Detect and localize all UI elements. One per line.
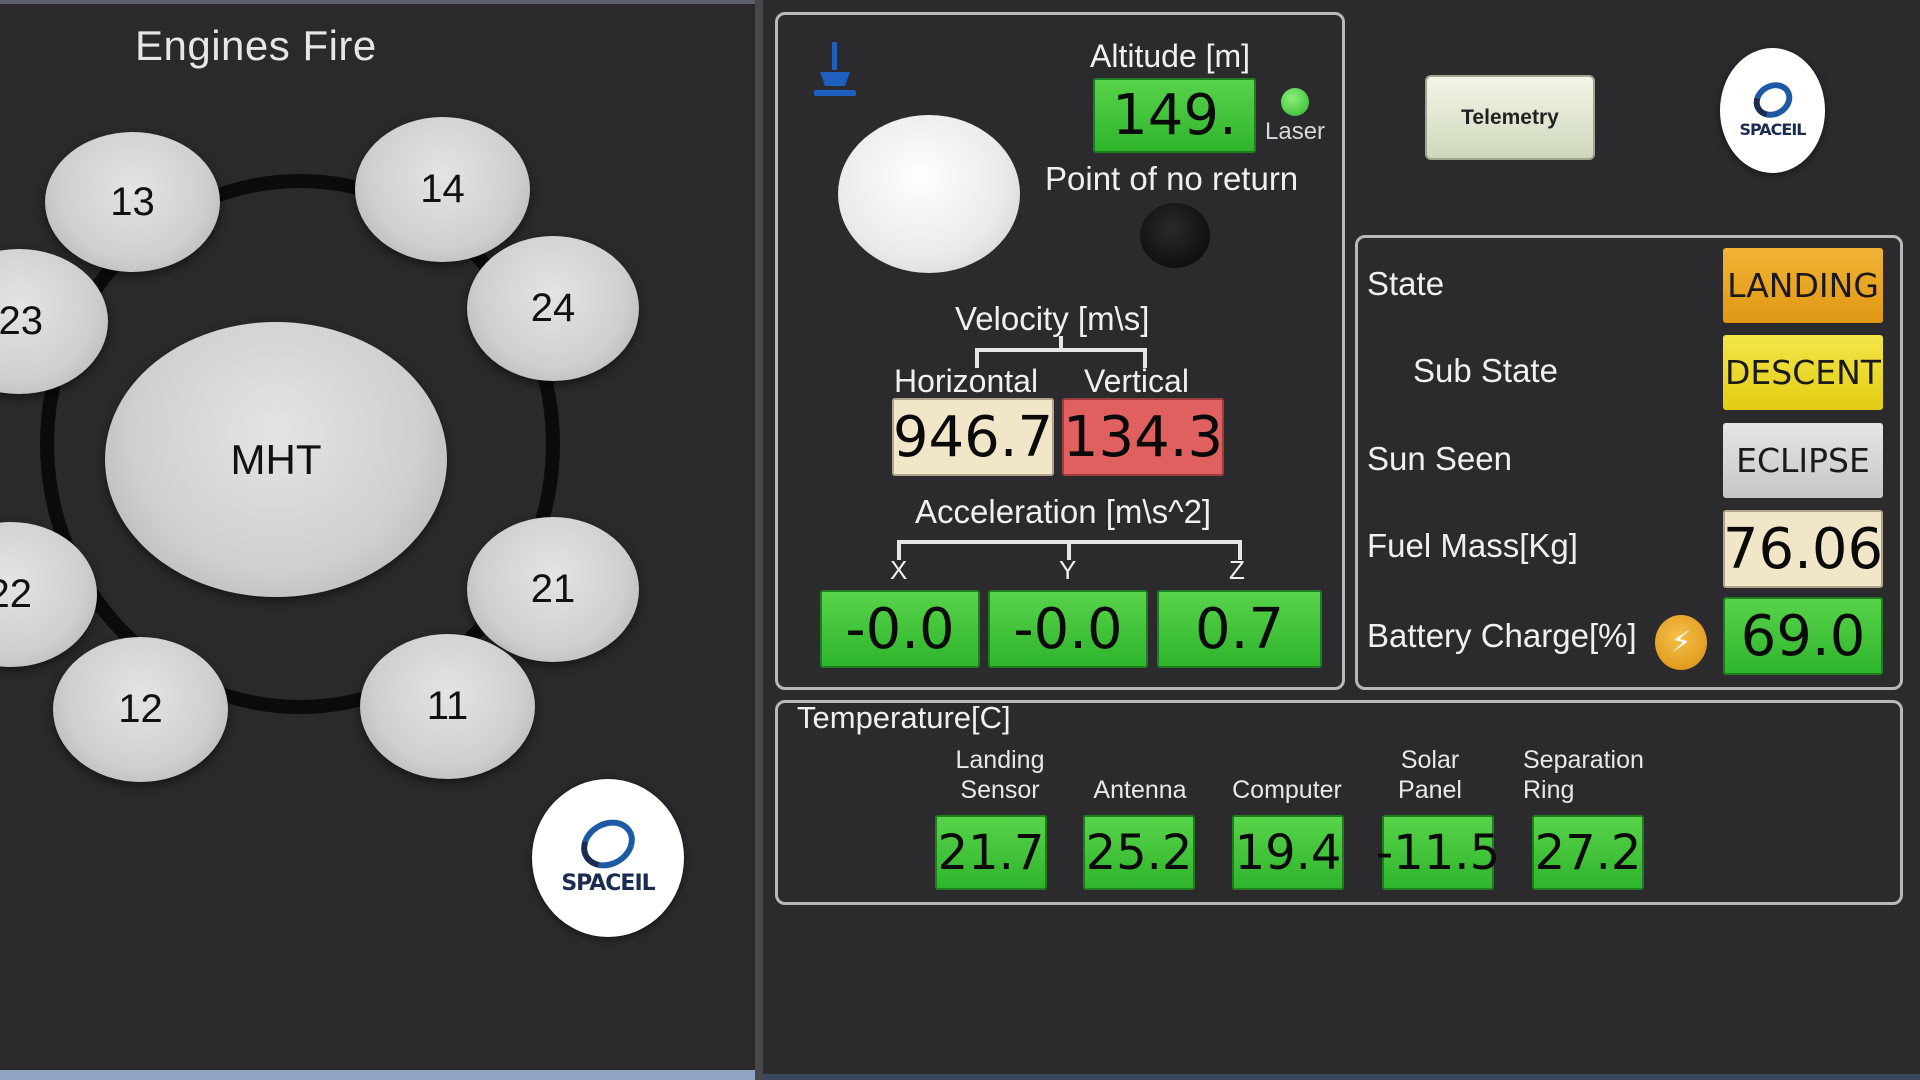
horizontal-velocity-value: 946.7 bbox=[892, 398, 1054, 476]
temp-landing-sensor-value: 21.7 bbox=[935, 815, 1047, 890]
temp-landing-sensor-label: Landing Sensor bbox=[955, 746, 1045, 804]
laser-label: Laser bbox=[1265, 118, 1326, 145]
panel-divider bbox=[755, 0, 763, 1080]
altitude-value: 149. bbox=[1093, 78, 1256, 153]
acceleration-y-value: -0.0 bbox=[988, 590, 1148, 668]
battery-charge-value: 69.0 bbox=[1723, 597, 1883, 675]
logo-text-small: SPACEIL bbox=[1739, 119, 1807, 139]
fuel-mass-label: Fuel Mass[Kg] bbox=[1367, 527, 1578, 564]
temp-antenna-label: Antenna bbox=[1093, 776, 1187, 804]
acceleration-z-value: 0.7 bbox=[1157, 590, 1322, 668]
temp-antenna-value: 25.2 bbox=[1083, 815, 1195, 890]
sun-seen-value: ECLIPSE bbox=[1723, 423, 1883, 498]
temp-computer-value: 19.4 bbox=[1232, 815, 1344, 890]
lightning-icon: ⚡ bbox=[1655, 615, 1707, 670]
temp-separation-ring-value: 27.2 bbox=[1532, 815, 1644, 890]
engine-14: 14 bbox=[355, 117, 530, 262]
temp-computer-label: Computer bbox=[1232, 776, 1342, 804]
acceleration-label: Acceleration [m\s^2] bbox=[915, 493, 1212, 530]
spaceil-logo-icon: SPACEIL bbox=[532, 779, 684, 937]
temperature-title: Temperature[C] bbox=[797, 700, 1011, 735]
engine-12: 12 bbox=[53, 637, 228, 782]
vertical-label: Vertical bbox=[1084, 363, 1189, 399]
engine-24: 24 bbox=[467, 236, 639, 381]
temp-separation-ring-label: Separation Ring bbox=[1523, 746, 1644, 804]
velocity-bracket-tick bbox=[1059, 336, 1063, 350]
sub-state-value: DESCENT bbox=[1723, 335, 1883, 410]
fuel-mass-value: 76.06 bbox=[1723, 510, 1883, 588]
altitude-label: Altitude [m] bbox=[1090, 38, 1251, 74]
vertical-velocity-value: 134.3 bbox=[1062, 398, 1224, 476]
engines-panel: Engines Fire 13 14 23 24 MHT 22 21 12 11… bbox=[0, 0, 755, 1070]
state-value: LANDING bbox=[1723, 248, 1883, 323]
engine-13: 13 bbox=[45, 132, 220, 272]
ship-icon bbox=[814, 42, 856, 96]
acceleration-z-label: Z bbox=[1229, 555, 1245, 585]
engine-11: 11 bbox=[360, 634, 535, 779]
sub-state-label: Sub State bbox=[1413, 352, 1558, 389]
engines-panel-title: Engines Fire bbox=[135, 22, 377, 69]
taskbar-strip-right bbox=[763, 1074, 1920, 1080]
telemetry-button[interactable]: Telemetry bbox=[1425, 75, 1595, 160]
state-label: State bbox=[1367, 265, 1445, 302]
lunar-disc bbox=[838, 115, 1020, 273]
sun-seen-label: Sun Seen bbox=[1367, 440, 1512, 477]
velocity-label: Velocity [m\s] bbox=[955, 300, 1150, 337]
engine-mht: MHT bbox=[105, 322, 447, 597]
engine-21: 21 bbox=[467, 517, 639, 662]
battery-charge-label: Battery Charge[%] bbox=[1367, 617, 1637, 654]
laser-indicator-icon bbox=[1281, 88, 1309, 116]
point-of-no-return-indicator-icon bbox=[1140, 203, 1210, 268]
acceleration-y-label: Y bbox=[1059, 555, 1077, 585]
temp-solar-panel-value: -11.5 bbox=[1376, 815, 1500, 890]
temp-solar-panel-label: Solar Panel bbox=[1398, 746, 1462, 804]
acceleration-x-value: -0.0 bbox=[820, 590, 980, 668]
logo-text: SPACEIL bbox=[561, 870, 655, 896]
acceleration-x-label: X bbox=[890, 555, 908, 585]
horizontal-label: Horizontal bbox=[894, 363, 1039, 399]
spaceil-logo-icon: SPACEIL bbox=[1720, 48, 1825, 173]
point-of-no-return-label: Point of no return bbox=[1045, 160, 1299, 197]
taskbar-strip bbox=[0, 1070, 755, 1080]
